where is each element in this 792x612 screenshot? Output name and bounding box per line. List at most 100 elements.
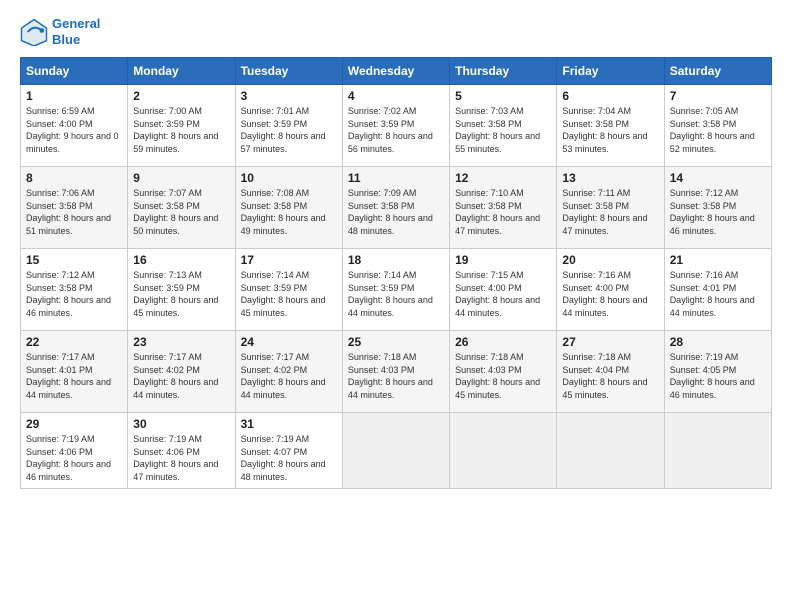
calendar-cell: 18Sunrise: 7:14 AMSunset: 3:59 PMDayligh… [342, 249, 449, 331]
day-info: Sunrise: 7:09 AMSunset: 3:58 PMDaylight:… [348, 187, 444, 237]
calendar-cell [664, 413, 771, 488]
day-number: 22 [26, 335, 122, 349]
day-info: Sunrise: 7:01 AMSunset: 3:59 PMDaylight:… [241, 105, 337, 155]
calendar-cell: 30 Sunrise: 7:19 AMSunset: 4:06 PMDayligh… [128, 413, 235, 488]
day-info: Sunrise: 7:17 AMSunset: 4:02 PMDaylight:… [241, 351, 337, 401]
day-number: 20 [562, 253, 658, 267]
calendar-cell: 2 Sunrise: 7:00 AMSunset: 3:59 PMDaylight… [128, 85, 235, 167]
day-number: 23 [133, 335, 229, 349]
day-number: 4 [348, 89, 444, 103]
header: General Blue [20, 16, 772, 47]
day-info: Sunrise: 7:19 AMSunset: 4:06 PMDaylight:… [133, 433, 229, 483]
day-header: Friday [557, 58, 664, 85]
calendar-cell: 16Sunrise: 7:13 AMSunset: 3:59 PMDayligh… [128, 249, 235, 331]
logo-text: General Blue [52, 16, 100, 47]
day-info: Sunrise: 7:04 AMSunset: 3:58 PMDaylight:… [562, 105, 658, 155]
day-header: Thursday [450, 58, 557, 85]
calendar-row: 8 Sunrise: 7:06 AMSunset: 3:58 PMDaylight… [21, 167, 772, 249]
day-info: Sunrise: 7:16 AMSunset: 4:00 PMDaylight:… [562, 269, 658, 319]
calendar-cell: 17 Sunrise: 7:14 AMSunset: 3:59 PMDayligh… [235, 249, 342, 331]
day-info: Sunrise: 7:12 AMSunset: 3:58 PMDaylight:… [670, 187, 766, 237]
logo-icon [20, 18, 48, 46]
day-number: 9 [133, 171, 229, 185]
day-number: 11 [348, 171, 444, 185]
day-info: Sunrise: 7:10 AMSunset: 3:58 PMDaylight:… [455, 187, 551, 237]
day-info: Sunrise: 7:14 AMSunset: 3:59 PMDaylight:… [241, 269, 337, 319]
day-header: Sunday [21, 58, 128, 85]
calendar-cell: 13 Sunrise: 7:11 AMSunset: 3:58 PMDayligh… [557, 167, 664, 249]
calendar-header-row: SundayMondayTuesdayWednesdayThursdayFrid… [21, 58, 772, 85]
day-info: Sunrise: 7:18 AMSunset: 4:03 PMDaylight:… [455, 351, 551, 401]
day-number: 30 [133, 417, 229, 431]
day-number: 1 [26, 89, 122, 103]
day-info: Sunrise: 7:15 AMSunset: 4:00 PMDaylight:… [455, 269, 551, 319]
day-number: 16 [133, 253, 229, 267]
day-header: Saturday [664, 58, 771, 85]
day-info: Sunrise: 7:19 AMSunset: 4:07 PMDaylight:… [241, 433, 337, 483]
calendar-cell [342, 413, 449, 488]
day-info: Sunrise: 7:16 AMSunset: 4:01 PMDaylight:… [670, 269, 766, 319]
day-info: Sunrise: 7:05 AMSunset: 3:58 PMDaylight:… [670, 105, 766, 155]
day-number: 26 [455, 335, 551, 349]
calendar-cell: 4 Sunrise: 7:02 AMSunset: 3:59 PMDaylight… [342, 85, 449, 167]
logo: General Blue [20, 16, 100, 47]
day-header: Tuesday [235, 58, 342, 85]
calendar-cell: 5 Sunrise: 7:03 AMSunset: 3:58 PMDaylight… [450, 85, 557, 167]
calendar-cell: 24 Sunrise: 7:17 AMSunset: 4:02 PMDayligh… [235, 331, 342, 413]
day-number: 19 [455, 253, 551, 267]
calendar-row: 29 Sunrise: 7:19 AMSunset: 4:06 PMDayligh… [21, 413, 772, 488]
calendar-cell: 23 Sunrise: 7:17 AMSunset: 4:02 PMDayligh… [128, 331, 235, 413]
calendar-cell: 9 Sunrise: 7:07 AMSunset: 3:58 PMDaylight… [128, 167, 235, 249]
calendar-cell: 8 Sunrise: 7:06 AMSunset: 3:58 PMDaylight… [21, 167, 128, 249]
calendar-cell: 10Sunrise: 7:08 AMSunset: 3:58 PMDayligh… [235, 167, 342, 249]
calendar-cell: 27Sunrise: 7:18 AMSunset: 4:04 PMDayligh… [557, 331, 664, 413]
day-number: 25 [348, 335, 444, 349]
calendar-cell: 28Sunrise: 7:19 AMSunset: 4:05 PMDayligh… [664, 331, 771, 413]
day-info: Sunrise: 7:12 AMSunset: 3:58 PMDaylight:… [26, 269, 122, 319]
day-number: 5 [455, 89, 551, 103]
calendar-cell [557, 413, 664, 488]
calendar-cell: 14 Sunrise: 7:12 AMSunset: 3:58 PMDayligh… [664, 167, 771, 249]
calendar-row: 15 Sunrise: 7:12 AMSunset: 3:58 PMDayligh… [21, 249, 772, 331]
page: General Blue SundayMondayTuesdayWednesda… [0, 0, 792, 612]
calendar-cell: 20 Sunrise: 7:16 AMSunset: 4:00 PMDayligh… [557, 249, 664, 331]
calendar-cell: 21 Sunrise: 7:16 AMSunset: 4:01 PMDayligh… [664, 249, 771, 331]
day-number: 2 [133, 89, 229, 103]
day-number: 31 [241, 417, 337, 431]
calendar-row: 1Sunrise: 6:59 AMSunset: 4:00 PMDaylight… [21, 85, 772, 167]
day-info: Sunrise: 7:19 AMSunset: 4:06 PMDaylight:… [26, 433, 122, 483]
calendar-row: 22 Sunrise: 7:17 AMSunset: 4:01 PMDayligh… [21, 331, 772, 413]
day-number: 14 [670, 171, 766, 185]
day-header: Wednesday [342, 58, 449, 85]
day-number: 24 [241, 335, 337, 349]
day-number: 6 [562, 89, 658, 103]
calendar-cell: 15 Sunrise: 7:12 AMSunset: 3:58 PMDayligh… [21, 249, 128, 331]
day-info: Sunrise: 7:11 AMSunset: 3:58 PMDaylight:… [562, 187, 658, 237]
calendar-cell: 31 Sunrise: 7:19 AMSunset: 4:07 PMDayligh… [235, 413, 342, 488]
day-number: 13 [562, 171, 658, 185]
day-info: Sunrise: 7:06 AMSunset: 3:58 PMDaylight:… [26, 187, 122, 237]
calendar-body: 1Sunrise: 6:59 AMSunset: 4:00 PMDaylight… [21, 85, 772, 488]
day-info: Sunrise: 7:03 AMSunset: 3:58 PMDaylight:… [455, 105, 551, 155]
day-number: 3 [241, 89, 337, 103]
day-info: Sunrise: 7:18 AMSunset: 4:04 PMDaylight:… [562, 351, 658, 401]
day-number: 15 [26, 253, 122, 267]
day-number: 21 [670, 253, 766, 267]
calendar-cell: 26 Sunrise: 7:18 AMSunset: 4:03 PMDayligh… [450, 331, 557, 413]
day-number: 29 [26, 417, 122, 431]
calendar-table: SundayMondayTuesdayWednesdayThursdayFrid… [20, 57, 772, 488]
day-info: Sunrise: 7:07 AMSunset: 3:58 PMDaylight:… [133, 187, 229, 237]
day-info: Sunrise: 7:17 AMSunset: 4:01 PMDaylight:… [26, 351, 122, 401]
day-number: 8 [26, 171, 122, 185]
day-info: Sunrise: 7:02 AMSunset: 3:59 PMDaylight:… [348, 105, 444, 155]
day-number: 18 [348, 253, 444, 267]
calendar-cell: 25Sunrise: 7:18 AMSunset: 4:03 PMDayligh… [342, 331, 449, 413]
day-info: Sunrise: 7:00 AMSunset: 3:59 PMDaylight:… [133, 105, 229, 155]
calendar-cell: 22 Sunrise: 7:17 AMSunset: 4:01 PMDayligh… [21, 331, 128, 413]
day-number: 17 [241, 253, 337, 267]
calendar-cell: 12Sunrise: 7:10 AMSunset: 3:58 PMDayligh… [450, 167, 557, 249]
day-info: Sunrise: 7:17 AMSunset: 4:02 PMDaylight:… [133, 351, 229, 401]
calendar-cell: 29 Sunrise: 7:19 AMSunset: 4:06 PMDayligh… [21, 413, 128, 488]
day-number: 7 [670, 89, 766, 103]
day-number: 28 [670, 335, 766, 349]
